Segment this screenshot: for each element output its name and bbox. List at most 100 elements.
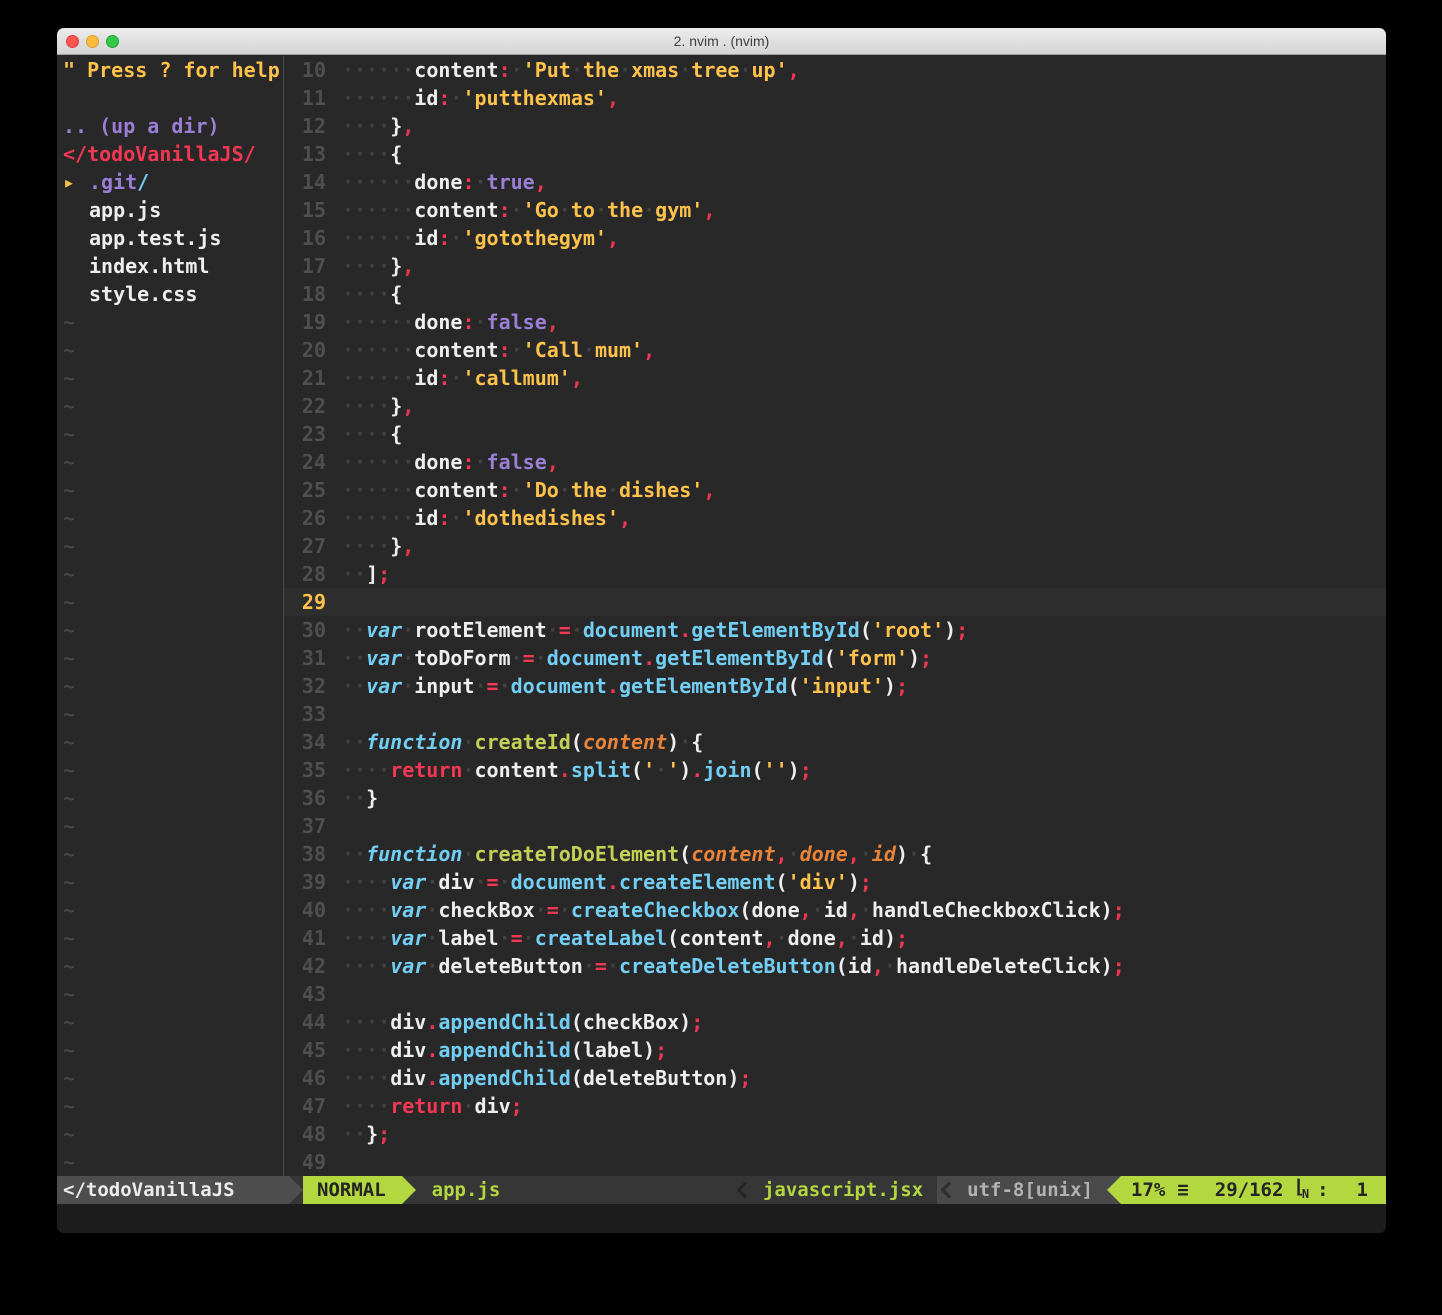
code-text: ····var·div·=·document.createElement('di… xyxy=(342,868,872,896)
code-line[interactable]: 39····var·div·=·document.createElement('… xyxy=(284,868,1386,896)
code-line[interactable]: 21······id:·'callmum', xyxy=(284,364,1386,392)
token: , xyxy=(848,842,860,866)
powerline-arrow-icon xyxy=(402,1176,416,1204)
code-line[interactable]: 10······content:·'Put·the·xmas·tree·up', xyxy=(284,56,1386,84)
close-button[interactable] xyxy=(66,35,79,48)
code-line[interactable]: 36··} xyxy=(284,784,1386,812)
code-line[interactable]: 11······id:·'putthexmas', xyxy=(284,84,1386,112)
whitespace-dot: · xyxy=(390,58,402,82)
code-line[interactable]: 25······content:·'Do·the·dishes', xyxy=(284,476,1386,504)
code-line[interactable]: 23····{ xyxy=(284,420,1386,448)
code-line[interactable]: 31··var·toDoForm·=·document.getElementBy… xyxy=(284,644,1386,672)
code-line[interactable]: 33 xyxy=(284,700,1386,728)
whitespace-dot: · xyxy=(342,1066,354,1090)
minimize-button[interactable] xyxy=(86,35,99,48)
token: · xyxy=(475,450,487,474)
code-line[interactable]: 14······done:·true, xyxy=(284,168,1386,196)
code-line[interactable]: 30··var·rootElement·=·document.getElemen… xyxy=(284,616,1386,644)
code-line[interactable]: 12····}, xyxy=(284,112,1386,140)
tree-item--git[interactable]: .git/ xyxy=(57,168,283,196)
token: document xyxy=(547,646,643,670)
whitespace-dot: · xyxy=(366,142,378,166)
whitespace-dot: · xyxy=(354,478,366,502)
code-line[interactable]: 32··var·input·=·document.getElementById(… xyxy=(284,672,1386,700)
whitespace-dot: · xyxy=(402,338,414,362)
whitespace-dot: · xyxy=(378,254,390,278)
code-line[interactable]: 40····var·checkBox·=·createCheckbox(done… xyxy=(284,896,1386,924)
tree-item-app-js[interactable]: app.js xyxy=(57,196,283,224)
line-number: 32 xyxy=(284,672,326,700)
token: createToDoElement xyxy=(474,842,679,866)
code-text: ······done:·false, xyxy=(342,448,559,476)
empty-buffer-tilde: ~ xyxy=(57,840,283,868)
token: var xyxy=(390,926,426,950)
token: appendChild xyxy=(438,1066,570,1090)
code-line[interactable]: 19······done:·false, xyxy=(284,308,1386,336)
code-line[interactable]: 46····div.appendChild(deleteButton); xyxy=(284,1064,1386,1092)
nerdtree-statusline: </todoVanillaJS xyxy=(57,1176,289,1204)
code-line[interactable]: 27····}, xyxy=(284,532,1386,560)
whitespace-dot: · xyxy=(366,254,378,278)
line-number: 40 xyxy=(284,896,326,924)
token: , xyxy=(547,310,559,334)
code-line[interactable]: 44····div.appendChild(checkBox); xyxy=(284,1008,1386,1036)
token: ······content xyxy=(342,198,499,222)
token: getElementById xyxy=(691,618,860,642)
whitespace-dot: · xyxy=(378,422,390,446)
file-name: style.css xyxy=(89,282,197,306)
command-line[interactable] xyxy=(57,1204,1386,1233)
line-number: 49 xyxy=(284,1148,326,1176)
code-line[interactable]: 13····{ xyxy=(284,140,1386,168)
code-line[interactable]: 42····var·deleteButton·=·createDeleteBut… xyxy=(284,952,1386,980)
title-bar[interactable]: 2. nvim . (nvim) xyxy=(57,28,1386,55)
token: : xyxy=(438,86,450,110)
empty-buffer-tilde: ~ xyxy=(57,532,283,560)
code-line[interactable]: 41····var·label·=·createLabel(content,·d… xyxy=(284,924,1386,952)
whitespace-dot: · xyxy=(378,86,390,110)
token: , xyxy=(402,114,414,138)
zoom-button[interactable] xyxy=(106,35,119,48)
code-line[interactable]: 28··]; xyxy=(284,560,1386,588)
code-line[interactable]: 20······content:·'Call·mum', xyxy=(284,336,1386,364)
code-line[interactable]: 17····}, xyxy=(284,252,1386,280)
code-line[interactable]: 16······id:·'gotothegym', xyxy=(284,224,1386,252)
tree-item-app-test-js[interactable]: app.test.js xyxy=(57,224,283,252)
code-line[interactable]: 45····div.appendChild(label); xyxy=(284,1036,1386,1064)
token: = xyxy=(523,646,535,670)
token: ····} xyxy=(342,534,402,558)
code-line[interactable]: 15······content:·'Go·to·the·gym', xyxy=(284,196,1386,224)
code-text: ····div.appendChild(checkBox); xyxy=(342,1008,703,1036)
code-text: ··var·rootElement·=·document.getElementB… xyxy=(342,616,968,644)
code-line[interactable]: 48··}; xyxy=(284,1120,1386,1148)
code-line[interactable]: 37 xyxy=(284,812,1386,840)
code-line[interactable]: 49 xyxy=(284,1148,1386,1176)
code-text: ······id:·'gotothegym', xyxy=(342,224,619,252)
code-line[interactable]: 43 xyxy=(284,980,1386,1008)
code-text: ··function·createToDoElement(content,·do… xyxy=(342,840,932,868)
code-line[interactable]: 26······id:·'dothedishes', xyxy=(284,504,1386,532)
tree-item-index-html[interactable]: index.html xyxy=(57,252,283,280)
nerdtree-root-path[interactable]: </todoVanillaJS/ xyxy=(57,140,283,168)
code-line[interactable]: 35····return·content.split('·').join('')… xyxy=(284,756,1386,784)
whitespace-dot: · xyxy=(402,674,414,698)
gutter-gap xyxy=(326,56,342,84)
code-line[interactable]: 47····return·div; xyxy=(284,1092,1386,1120)
code-line[interactable]: 18····{ xyxy=(284,280,1386,308)
whitespace-dot: · xyxy=(462,842,474,866)
nerdtree-up-dir[interactable]: .. (up a dir) xyxy=(57,112,283,140)
line-number: 37 xyxy=(284,812,326,840)
code-text: ··var·toDoForm·=·document.getElementById… xyxy=(342,644,932,672)
code-line[interactable]: 24······done:·false, xyxy=(284,448,1386,476)
code-line[interactable]: 29 xyxy=(284,588,1386,616)
token: ; xyxy=(1113,954,1125,978)
code-line[interactable]: 38··function·createToDoElement(content,·… xyxy=(284,840,1386,868)
code-line[interactable]: 22····}, xyxy=(284,392,1386,420)
gutter-gap xyxy=(326,812,342,840)
gutter-gap xyxy=(326,364,342,392)
blank-line xyxy=(57,84,283,112)
token: : xyxy=(462,310,474,334)
whitespace-dot: · xyxy=(354,898,366,922)
tree-item-style-css[interactable]: style.css xyxy=(57,280,283,308)
code-line[interactable]: 34··function·createId(content)·{ xyxy=(284,728,1386,756)
code-text: ····{ xyxy=(342,140,402,168)
